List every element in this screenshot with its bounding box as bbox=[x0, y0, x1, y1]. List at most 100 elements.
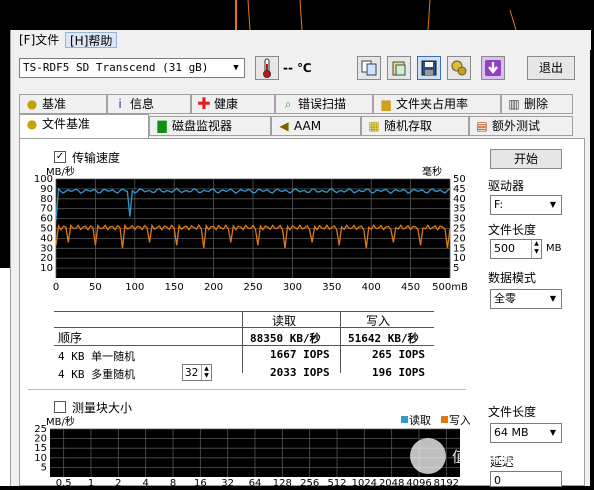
chevron-down-icon: ▼ bbox=[549, 200, 557, 209]
file-length-input[interactable]: 500 ▲ ▼ bbox=[490, 239, 542, 259]
row-write-value: 51642 KB/秒 bbox=[348, 332, 419, 345]
x-tick-label: 150 bbox=[165, 282, 184, 293]
x-tick-label: 350 bbox=[322, 282, 341, 293]
spinner-arrows-icon[interactable]: ▲ ▼ bbox=[201, 365, 211, 380]
table-row: 4 KB 单一随机 1667 IOPS 265 IOPS bbox=[54, 347, 434, 363]
row-read-value: 2033 IOPS bbox=[270, 366, 330, 379]
background-white-strip bbox=[0, 268, 10, 486]
y-left-tick-labels: 102030405060708090100 bbox=[34, 174, 53, 274]
chevron-down-icon: ▼ bbox=[549, 294, 557, 303]
x-tick-label: 450 bbox=[401, 282, 420, 293]
y-right-tick-label: 10 bbox=[453, 253, 466, 264]
block-y-tick-labels: 510152025 bbox=[34, 424, 47, 473]
data-mode-label: 数据模式 bbox=[488, 271, 537, 285]
tab-info[interactable]: i 信息 bbox=[107, 94, 191, 114]
y-left-tick-label: 100 bbox=[34, 174, 53, 185]
tab-benchmark[interactable]: ● 基准 bbox=[19, 94, 107, 114]
start-button[interactable]: 开始 bbox=[490, 149, 562, 169]
y-right-tick-label: 15 bbox=[453, 243, 466, 254]
file-length2-dropdown[interactable]: 64 MB ▼ bbox=[490, 423, 562, 443]
exit-button[interactable]: 退出 bbox=[527, 56, 575, 80]
x-tick-label: 100 bbox=[125, 282, 144, 293]
save-icon[interactable] bbox=[417, 56, 441, 80]
settings-icon[interactable] bbox=[447, 56, 471, 80]
menu-bar: [F]文件 [H]帮助 bbox=[11, 30, 591, 50]
queue-depth-value: 32 bbox=[185, 366, 199, 379]
legend-write-label: 写入 bbox=[449, 414, 470, 427]
tab-disk-monitor[interactable]: ▇ 磁盘监视器 bbox=[149, 116, 271, 136]
drive-select[interactable]: TS-RDF5 SD Transcend (31 gB) ▼ bbox=[19, 58, 245, 78]
tab-delete[interactable]: ▥ 删除 bbox=[501, 94, 573, 114]
transfer-speed-checkbox[interactable]: ✓ bbox=[54, 151, 66, 163]
file-length2-label: 文件长度 bbox=[488, 405, 537, 419]
y-right-tick-label: 40 bbox=[453, 194, 466, 205]
drive-select-value: TS-RDF5 SD Transcend (31 gB) bbox=[23, 61, 209, 74]
row-label: 顺序 bbox=[58, 331, 83, 345]
paste-icon[interactable] bbox=[387, 56, 411, 80]
tab-health[interactable]: ✚ 健康 bbox=[191, 94, 275, 114]
y-left-tick-label: 70 bbox=[40, 204, 53, 215]
tab-extra-tests[interactable]: ▤ 额外测试 bbox=[469, 116, 573, 136]
y-right-tick-labels: 5101520253035404550 bbox=[453, 174, 466, 274]
y-tick-label: 25 bbox=[34, 424, 47, 435]
block-y-unit: MB/秒 bbox=[46, 415, 75, 428]
tab-folder-usage[interactable]: ▆ 文件夹占用率 bbox=[373, 94, 501, 114]
table-row: 顺序 88350 KB/秒 51642 KB/秒 bbox=[54, 329, 434, 345]
y-right-tick-label: 5 bbox=[453, 263, 459, 274]
spinner-arrows-icon[interactable]: ▲ ▼ bbox=[531, 240, 541, 258]
y-right-tick-label: 45 bbox=[453, 184, 466, 195]
block-size-chart: MB/秒 读取 写入 510152025 0.5 1 2 4 8 16 32 64 128 256… bbox=[34, 413, 470, 487]
magnifier-icon: ⌕ bbox=[284, 97, 292, 111]
health-cross-icon: ✚ bbox=[197, 94, 211, 113]
tab-aam[interactable]: ◀ AAM bbox=[271, 116, 361, 136]
table-divider bbox=[54, 327, 434, 328]
y-left-tick-label: 40 bbox=[40, 233, 53, 244]
legend-read-label: 读取 bbox=[409, 413, 431, 427]
chevron-down-icon: ▼ bbox=[549, 428, 557, 437]
queue-depth-spinner[interactable]: 32 ▲ ▼ bbox=[182, 364, 212, 381]
thermometer-icon bbox=[255, 56, 279, 80]
x-tick-label: 200 bbox=[204, 282, 223, 293]
file-length-unit: MB bbox=[546, 243, 562, 254]
row-write-value: 265 IOPS bbox=[372, 348, 425, 361]
x-tick-label: 300 bbox=[283, 282, 302, 293]
x-tick-label: 250 bbox=[243, 282, 262, 293]
y-tick-label: 20 bbox=[34, 434, 47, 445]
file-length-label: 文件长度 bbox=[488, 223, 537, 237]
tab-error-scan[interactable]: ⌕ 错误扫描 bbox=[275, 94, 373, 114]
trash-icon: ▥ bbox=[508, 97, 520, 111]
info-tip-icon: ● bbox=[26, 117, 38, 131]
y-right-tick-label: 25 bbox=[453, 224, 466, 235]
tab-random-access[interactable]: ▦ 随机存取 bbox=[361, 116, 469, 136]
menu-help[interactable]: [H]帮助 bbox=[65, 32, 118, 48]
speaker-icon: ◀ bbox=[279, 119, 289, 133]
y-left-tick-label: 30 bbox=[40, 243, 53, 254]
info-icon: i bbox=[118, 97, 122, 111]
drive-dropdown[interactable]: F: ▼ bbox=[490, 195, 562, 215]
results-table: 读取 写入 顺序 88350 KB/秒 51642 KB/秒 4 KB 单一随机… bbox=[54, 311, 434, 381]
menu-file[interactable]: [F]文件 bbox=[15, 32, 63, 48]
folder-icon: ▆ bbox=[381, 97, 391, 111]
x-tick-label: 0 bbox=[53, 282, 59, 293]
background-desktop bbox=[0, 0, 594, 31]
bar-chart-icon: ▇ bbox=[157, 119, 167, 133]
file-benchmark-panel: ✓ 传输速度 MB/秒 毫秒 10 20 30 40 50 60 70 80 90 100 5 10… bbox=[19, 138, 585, 487]
watermark-text: 值 什么值得买 bbox=[452, 448, 547, 466]
legend-write-swatch bbox=[441, 416, 448, 423]
x-tick-label: 500mB bbox=[432, 282, 468, 293]
download-icon[interactable] bbox=[481, 56, 505, 80]
tab-file-benchmark[interactable]: ● 文件基准 bbox=[19, 114, 149, 139]
delay-input[interactable]: 0 bbox=[490, 471, 562, 487]
row-write-value: 196 IOPS bbox=[372, 366, 425, 379]
row-label: 4 KB 多重随机 bbox=[58, 368, 136, 381]
y-right-unit: 毫秒 bbox=[422, 165, 442, 178]
watermark-logo bbox=[410, 438, 446, 474]
data-mode-dropdown[interactable]: 全零 ▼ bbox=[490, 289, 562, 309]
y-right-tick-label: 50 bbox=[453, 174, 466, 185]
y-left-tick-label: 10 bbox=[40, 263, 53, 274]
temperature-value: -- ℃ bbox=[283, 61, 312, 75]
copy-icon[interactable] bbox=[357, 56, 381, 80]
x-tick-label: 400 bbox=[362, 282, 381, 293]
legend-read-swatch bbox=[401, 416, 408, 423]
y-tick-label: 15 bbox=[34, 443, 47, 454]
